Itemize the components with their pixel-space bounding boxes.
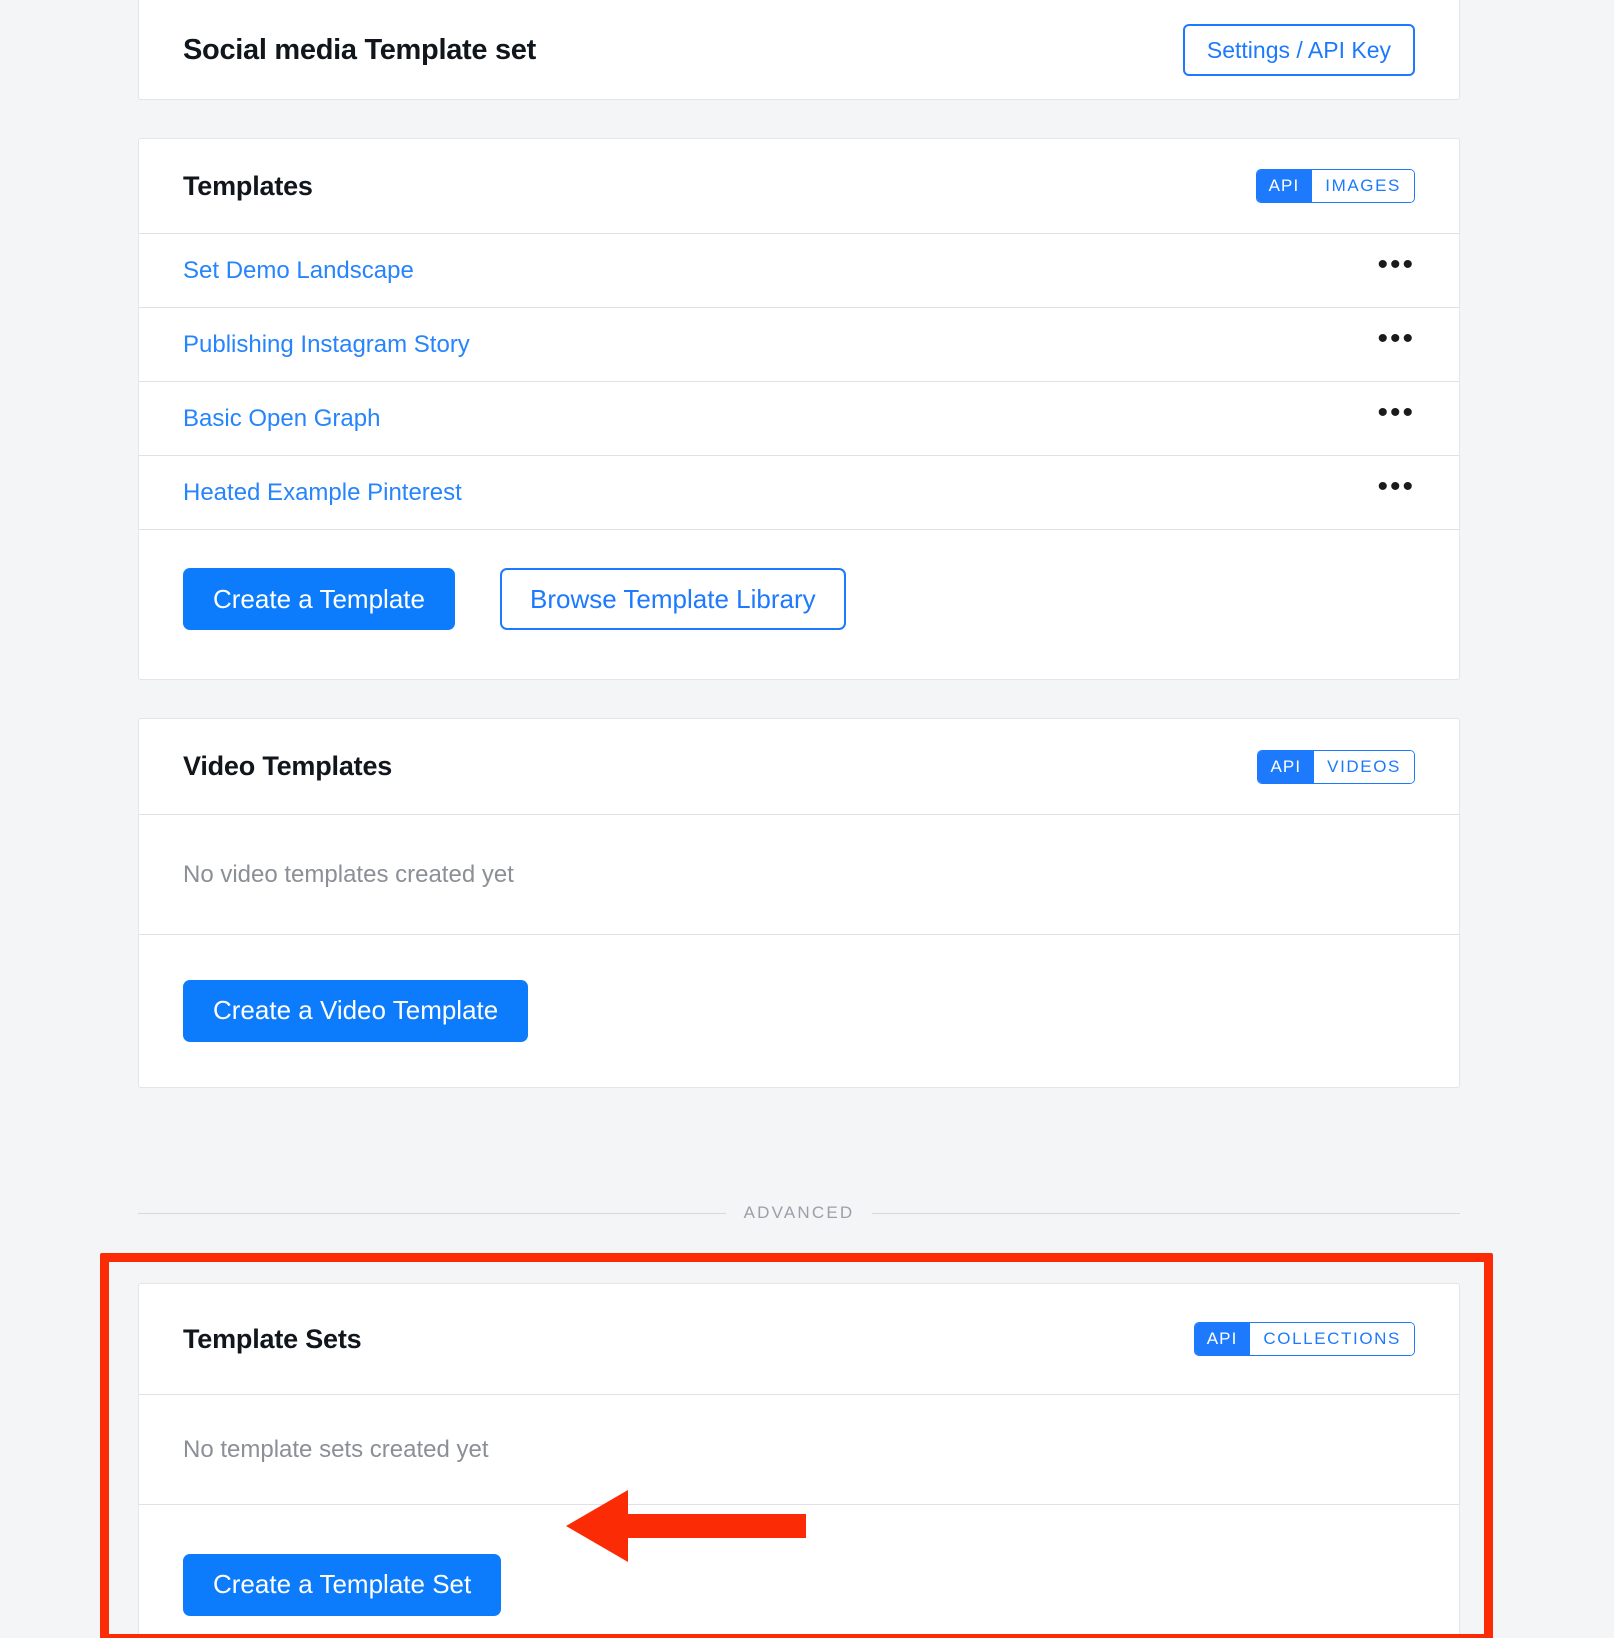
- video-templates-header: Video Templates API VIDEOS: [139, 719, 1459, 814]
- template-sets-card: Template Sets API COLLECTIONS No templat…: [138, 1283, 1460, 1638]
- template-link[interactable]: Publishing Instagram Story: [183, 331, 470, 359]
- template-sets-api-badge[interactable]: API COLLECTIONS: [1193, 1322, 1415, 1356]
- create-template-button[interactable]: Create a Template: [183, 568, 455, 630]
- video-templates-api-value: VIDEOS: [1313, 750, 1414, 783]
- video-templates-title: Video Templates: [183, 751, 393, 781]
- templates-title: Templates: [183, 170, 313, 201]
- browse-template-library-button[interactable]: Browse Template Library: [499, 568, 846, 630]
- template-link[interactable]: Basic Open Graph: [183, 405, 380, 433]
- template-sets-empty-text: No template sets created yet: [183, 1435, 489, 1463]
- more-options-icon[interactable]: •••: [1377, 471, 1415, 504]
- page-header-card: Social media Template set Settings / API…: [138, 0, 1460, 100]
- templates-api-label: API: [1256, 170, 1312, 202]
- more-options-icon[interactable]: •••: [1377, 249, 1415, 282]
- page-root: Social media Template set Settings / API…: [0, 0, 1614, 1638]
- page-header-inner: Social media Template set Settings / API…: [139, 0, 1459, 99]
- template-sets-api-label: API: [1194, 1323, 1250, 1355]
- video-templates-card: Video Templates API VIDEOS No video temp…: [138, 718, 1460, 1088]
- advanced-divider-rule-left: [138, 1212, 726, 1214]
- more-options-icon[interactable]: •••: [1377, 397, 1415, 430]
- video-templates-api-badge[interactable]: API VIDEOS: [1257, 749, 1415, 784]
- advanced-divider: ADVANCED: [138, 1202, 1460, 1224]
- template-sets-title: Template Sets: [183, 1323, 362, 1354]
- templates-api-value: IMAGES: [1311, 170, 1414, 202]
- video-templates-empty-text: No video templates created yet: [183, 860, 514, 888]
- template-sets-header: Template Sets API COLLECTIONS: [139, 1284, 1459, 1394]
- templates-api-badge[interactable]: API IMAGES: [1255, 169, 1415, 203]
- video-templates-api-label: API: [1258, 750, 1314, 783]
- page-title: Social media Template set: [183, 33, 536, 66]
- advanced-divider-label: ADVANCED: [743, 1203, 855, 1222]
- templates-header: Templates API IMAGES: [139, 139, 1459, 233]
- template-sets-empty-row: No template sets created yet: [139, 1394, 1459, 1504]
- more-options-icon[interactable]: •••: [1377, 323, 1415, 356]
- templates-card: Templates API IMAGES Set Demo Landscape …: [138, 138, 1460, 680]
- advanced-divider-rule-right: [872, 1212, 1460, 1214]
- templates-actions: Create a Template Browse Template Librar…: [139, 530, 1459, 668]
- template-sets-actions: Create a Template Set: [139, 1504, 1459, 1638]
- video-templates-actions: Create a Video Template: [139, 934, 1459, 1086]
- template-row[interactable]: Set Demo Landscape •••: [139, 233, 1459, 307]
- settings-api-key-button[interactable]: Settings / API Key: [1182, 24, 1415, 76]
- template-link[interactable]: Set Demo Landscape: [183, 257, 414, 285]
- template-sets-api-value: COLLECTIONS: [1249, 1323, 1414, 1355]
- video-templates-empty-row: No video templates created yet: [139, 814, 1459, 934]
- template-row[interactable]: Publishing Instagram Story •••: [139, 307, 1459, 381]
- template-row[interactable]: Heated Example Pinterest •••: [139, 455, 1459, 529]
- create-template-set-button[interactable]: Create a Template Set: [183, 1553, 502, 1616]
- create-video-template-button[interactable]: Create a Video Template: [183, 979, 529, 1042]
- template-row[interactable]: Basic Open Graph •••: [139, 381, 1459, 455]
- template-link[interactable]: Heated Example Pinterest: [183, 479, 462, 507]
